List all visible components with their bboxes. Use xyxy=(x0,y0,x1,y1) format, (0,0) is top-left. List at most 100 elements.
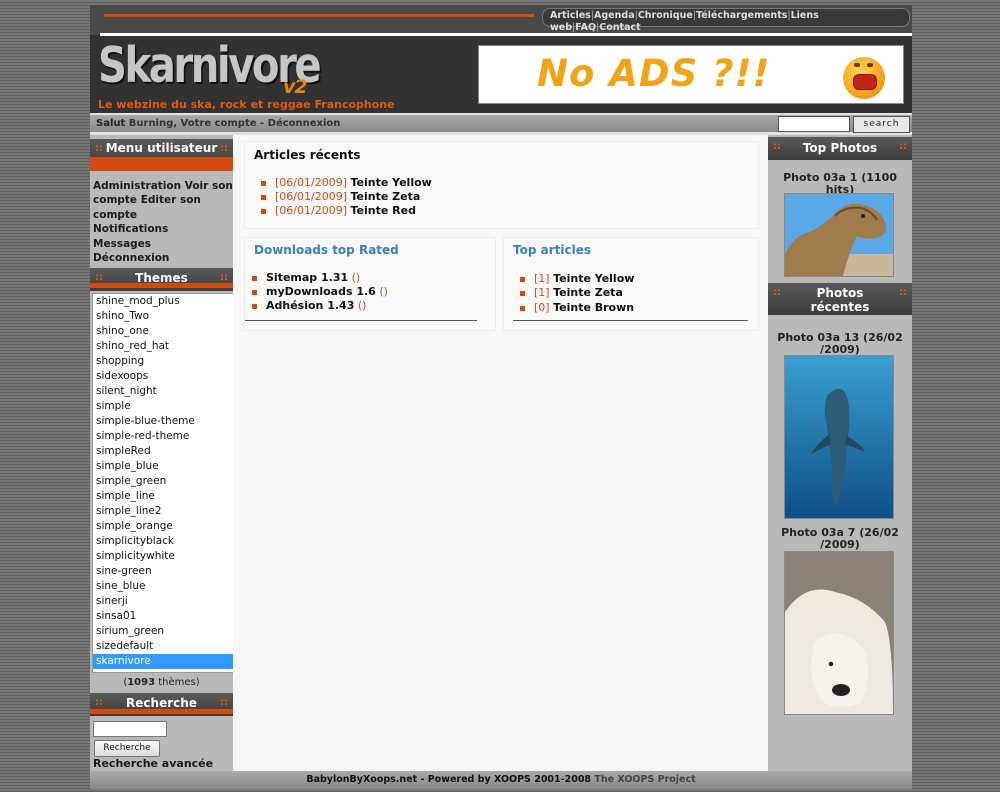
download-item[interactable]: Adhésion 1.43 () xyxy=(252,299,366,312)
recent-photo2-caption-line2: /2009) xyxy=(820,538,860,551)
download-link[interactable]: () xyxy=(379,285,388,298)
recent-article-item[interactable]: [06/01/2009] Teinte Yellow xyxy=(261,176,432,189)
recent-articles-block: Articles récents [06/01/2009] Teinte Yel… xyxy=(244,141,759,229)
theme-option[interactable]: simplicityblack xyxy=(93,534,253,549)
nav-agenda[interactable]: Agenda xyxy=(594,10,635,21)
theme-option[interactable]: sine_blue xyxy=(93,579,253,594)
account-link[interactable]: Burning, Votre compte xyxy=(129,118,257,129)
search-field[interactable] xyxy=(93,721,167,737)
menu-item-administration[interactable]: Administration xyxy=(93,180,181,192)
download-item[interactable]: myDownloads 1.6 () xyxy=(252,285,388,298)
theme-option[interactable]: simple_green xyxy=(93,474,253,489)
recent-photos-title-line1: Photos xyxy=(816,286,864,300)
top-article-item[interactable]: [0] Teinte Brown xyxy=(520,301,634,314)
article-date[interactable]: [06/01/2009] xyxy=(275,176,347,189)
top-article-item[interactable]: [1] Teinte Yellow xyxy=(520,272,634,285)
theme-option[interactable]: shino_red_hat xyxy=(93,339,253,354)
top-nav: Articles|Agenda|Chronique|Téléchargement… xyxy=(550,10,819,33)
polar-bear-photo[interactable] xyxy=(784,551,894,715)
theme-option[interactable]: simple xyxy=(93,399,253,414)
main-content: Articles récents [06/01/2009] Teinte Yel… xyxy=(233,135,768,771)
theme-option[interactable]: shine_mod_plus xyxy=(93,294,253,309)
top-photos-title: Top Photos xyxy=(802,141,878,155)
ad-banner[interactable]: No ADS ?!! xyxy=(478,45,904,104)
recent-photo-caption[interactable]: Photo 03a 13 (26/02 /2009) xyxy=(768,332,912,356)
header-divider xyxy=(100,33,912,36)
theme-options: shine_mod_plus shino_Two shino_one shino_re… xyxy=(93,294,253,669)
menu-item-messages[interactable]: Messages xyxy=(93,238,151,250)
logo-version: v2 xyxy=(283,76,308,98)
theme-option[interactable]: sine-green xyxy=(93,564,253,579)
greeting: Salut Burning, Votre compte - Déconnexio… xyxy=(96,118,340,129)
article-date[interactable]: [06/01/2009] xyxy=(275,204,347,217)
download-title[interactable]: Sitemap 1.31 xyxy=(266,271,348,284)
top-article-count[interactable]: [1] xyxy=(534,272,550,285)
theme-option[interactable]: sidexoops xyxy=(93,369,253,384)
theme-option[interactable]: simple_blue xyxy=(93,459,253,474)
article-title[interactable]: Teinte Yellow xyxy=(350,176,431,189)
menu-block-header: :::: Menu utilisateur xyxy=(90,139,233,171)
theme-option[interactable]: simple-red-theme xyxy=(93,429,253,444)
article-title[interactable]: Teinte Zeta xyxy=(350,190,420,203)
theme-option[interactable]: sizedefault xyxy=(93,639,253,654)
footer-xoops-link[interactable]: The XOOPS Project xyxy=(594,774,695,785)
top-articles-title: Top articles xyxy=(513,243,591,257)
top-photos-header: :::: Top Photos xyxy=(768,137,912,160)
recent-articles-title: Articles récents xyxy=(254,148,361,162)
theme-option[interactable]: simplicitywhite xyxy=(93,549,253,564)
nav-articles[interactable]: Articles xyxy=(550,10,591,21)
top-article-item[interactable]: [1] Teinte Zeta xyxy=(520,286,623,299)
header: Articles|Agenda|Chronique|Téléchargement… xyxy=(90,5,912,113)
theme-count-suffix: thèmes) xyxy=(155,677,200,688)
theme-option[interactable]: simpleRed xyxy=(93,444,253,459)
theme-select-list[interactable]: shine_mod_plus shino_Two shino_one shino_re… xyxy=(92,293,254,673)
dolphin-photo[interactable] xyxy=(784,355,894,519)
menu-item-deconnexion[interactable]: Déconnexion xyxy=(93,252,169,264)
user-bar: Salut Burning, Votre compte - Déconnexio… xyxy=(90,115,912,133)
theme-option[interactable]: shino_one xyxy=(93,324,253,339)
theme-option[interactable]: simple_orange xyxy=(93,519,253,534)
nav-chronique[interactable]: Chronique xyxy=(638,10,693,21)
shouting-smiley-icon xyxy=(843,57,885,99)
advanced-search-link[interactable]: Recherche avancée xyxy=(93,757,213,770)
camel-photo[interactable] xyxy=(784,193,894,277)
theme-option[interactable]: sirium_green xyxy=(93,624,253,639)
theme-option[interactable]: sinsa01 xyxy=(93,609,253,624)
theme-option[interactable]: skarnivore xyxy=(93,654,253,669)
download-item[interactable]: Sitemap 1.31 () xyxy=(252,271,360,284)
recent-photo-caption[interactable]: Photo 03a 7 (26/02 /2009) xyxy=(768,527,912,551)
download-link[interactable]: () xyxy=(352,271,361,284)
downloads-top-title: Downloads top Rated xyxy=(254,243,399,257)
nav-contact[interactable]: Contact xyxy=(599,22,640,33)
logout-link[interactable]: Déconnexion xyxy=(268,118,341,129)
top-article-count[interactable]: [1] xyxy=(534,286,550,299)
theme-option[interactable]: simple_line2 xyxy=(93,504,253,519)
article-date[interactable]: [06/01/2009] xyxy=(275,190,347,203)
header-search-input[interactable] xyxy=(778,116,850,132)
search-submit-button[interactable]: Recherche xyxy=(94,740,160,757)
banner-text: No ADS ?!! xyxy=(537,52,771,95)
download-title[interactable]: myDownloads 1.6 xyxy=(266,285,376,298)
theme-option[interactable]: sinerji xyxy=(93,594,253,609)
top-article-title[interactable]: Teinte Brown xyxy=(553,301,634,314)
top-article-title[interactable]: Teinte Zeta xyxy=(553,286,623,299)
theme-option[interactable]: shino_Two xyxy=(93,309,253,324)
search-block-title: Recherche xyxy=(126,696,197,710)
recent-article-item[interactable]: [06/01/2009] Teinte Red xyxy=(261,204,416,217)
download-title[interactable]: Adhésion 1.43 xyxy=(266,299,354,312)
menu-item-notifications[interactable]: Notifications xyxy=(93,223,168,235)
nav-faq[interactable]: FAQ xyxy=(575,22,596,33)
nav-telechargements[interactable]: Téléchargements xyxy=(696,10,787,21)
footer: BabylonByXoops.net - Powered by XOOPS 20… xyxy=(90,771,912,789)
theme-option[interactable]: shopping xyxy=(93,354,253,369)
download-link[interactable]: () xyxy=(358,299,367,312)
theme-option[interactable]: simple-blue-theme xyxy=(93,414,253,429)
themes-block-header: :::: Themes xyxy=(90,268,233,291)
theme-option[interactable]: silent_night xyxy=(93,384,253,399)
article-title[interactable]: Teinte Red xyxy=(350,204,415,217)
theme-option[interactable]: simple_line xyxy=(93,489,253,504)
recent-article-item[interactable]: [06/01/2009] Teinte Zeta xyxy=(261,190,420,203)
top-article-count[interactable]: [0] xyxy=(534,301,550,314)
header-search-button[interactable]: search xyxy=(853,116,910,133)
top-article-title[interactable]: Teinte Yellow xyxy=(553,272,634,285)
